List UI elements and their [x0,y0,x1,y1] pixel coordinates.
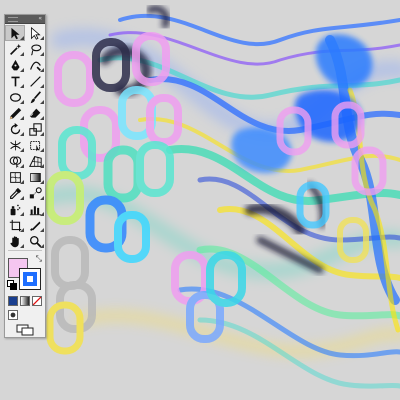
free-transform-tool[interactable] [25,137,45,153]
tools-panel: « ⤡ [4,14,46,338]
type-icon [10,76,20,86]
hand-tool[interactable] [5,233,25,249]
panel-grip-icon[interactable] [8,16,18,22]
rotate-tool[interactable] [5,121,25,137]
draw-mode-row [5,308,45,322]
arrow-icon [10,27,20,39]
perspective-grid-tool[interactable] [25,153,45,169]
artboard-icon [9,219,21,231]
mesh-icon [9,171,21,183]
fill-stroke-controls: ⤡ [5,252,45,294]
draw-normal-icon[interactable] [8,310,18,320]
magic-wand-tool[interactable] [5,41,25,57]
none-mode-icon[interactable] [32,296,42,306]
artboard-tool[interactable] [5,217,25,233]
paintbrush-tool[interactable] [25,89,45,105]
column-graph-icon [29,205,41,215]
artwork-canvas[interactable] [0,0,400,400]
zoom-tool[interactable] [25,233,45,249]
lasso-icon [30,43,41,56]
tool-grid [5,24,45,249]
eyedropper-tool[interactable] [5,185,25,201]
scale-tool[interactable] [25,121,45,137]
gradient-icon [29,172,41,182]
gradient-tool[interactable] [25,169,45,185]
shape-builder-tool[interactable] [5,153,25,169]
color-mode-row [5,294,45,308]
width-tool[interactable] [5,137,25,153]
pencil-icon [9,107,21,119]
hollow-arrow-icon [30,26,41,40]
free-transform-icon [29,140,40,151]
line-segment-tool[interactable] [25,73,45,89]
stroke-ring [23,272,37,286]
symbol-sprayer-icon [10,204,20,215]
column-graph-tool[interactable] [25,201,45,217]
hand-icon [10,235,19,247]
shape-builder-icon [9,156,21,168]
slice-icon [29,220,40,231]
rectangle-icon [9,92,21,102]
blend-tool[interactable] [25,185,45,201]
direct-selection-tool[interactable] [25,25,45,41]
eraser-tool[interactable] [25,105,45,121]
scale-icon [28,122,42,136]
perspective-grid-icon [28,155,42,167]
magic-wand-icon [9,43,21,55]
slice-tool[interactable] [25,217,45,233]
blend-icon [29,186,42,198]
pencil-tool[interactable] [5,105,25,121]
curvature-pen-icon [29,61,41,71]
selection-tool[interactable] [5,25,25,41]
swap-fill-stroke-icon[interactable]: ⤡ [36,254,42,264]
zoom-icon [29,235,41,247]
default-colors-icon[interactable] [7,280,17,290]
curvature-tool[interactable] [25,57,45,73]
width-icon [9,140,21,150]
pen-icon [10,59,20,70]
tools-panel-titlebar[interactable]: « [5,15,45,24]
stroke-color-swatch[interactable] [19,268,41,290]
pen-tool[interactable] [5,57,25,73]
lasso-tool[interactable] [25,41,45,57]
rectangle-tool[interactable] [5,89,25,105]
collapse-panel-icon[interactable]: « [38,16,42,22]
eraser-icon [29,108,40,118]
screen-mode-icon[interactable] [16,324,34,336]
rotate-icon [10,122,20,134]
mesh-tool[interactable] [5,169,25,185]
gradient-mode-icon[interactable] [20,296,30,306]
screen-mode-row [5,322,45,338]
symbol-sprayer-tool[interactable] [5,201,25,217]
color-mode-icon[interactable] [8,296,18,306]
type-tool[interactable] [5,73,25,89]
separator [8,250,42,251]
eyedropper-icon [9,187,21,199]
line-icon [29,75,41,87]
brush-icon [30,90,41,103]
